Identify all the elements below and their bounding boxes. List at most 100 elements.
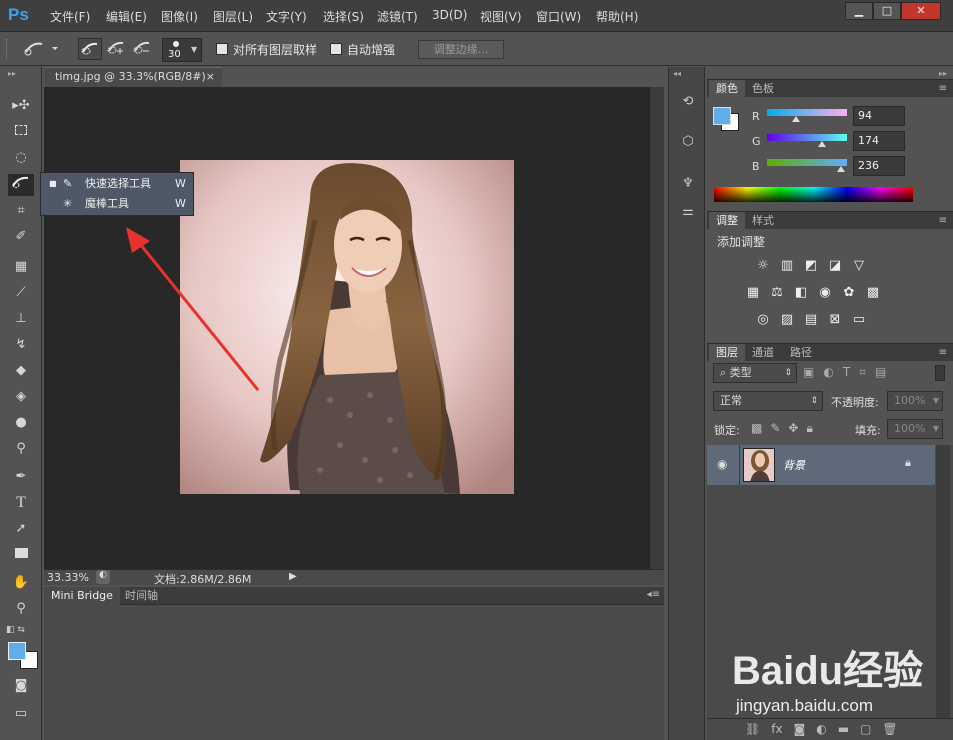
hue-saturation-icon[interactable]: ▦ — [743, 284, 763, 302]
opacity-input[interactable]: 100% ▼ — [887, 391, 943, 411]
photo-filter-icon[interactable]: ◉ — [815, 284, 835, 302]
channel-mixer-icon[interactable]: ✿ — [839, 284, 859, 302]
document-tab[interactable]: timg.jpg @ 33.3%(RGB/8#) × — [45, 67, 222, 87]
add-selection-mode-button[interactable] — [104, 38, 128, 60]
history-panel-icon[interactable]: ⟲ — [679, 93, 697, 111]
collapse-panels-icon[interactable]: ▸▸ — [939, 69, 947, 78]
zoom-level[interactable]: 33.33% — [47, 571, 89, 584]
lock-image-icon[interactable]: ✎ — [770, 421, 780, 436]
filter-toggle-switch[interactable] — [935, 365, 945, 381]
quick-selection-tool-icon[interactable] — [8, 174, 34, 196]
tab-adjustments[interactable]: 调整 — [709, 212, 745, 230]
brightness-icon[interactable]: ☼ — [753, 257, 773, 275]
refine-edge-button[interactable]: 调整边缘... — [418, 40, 504, 59]
status-info-icon[interactable]: ◐ — [96, 570, 110, 584]
auto-enhance-checkbox[interactable] — [330, 43, 342, 55]
lasso-tool-icon[interactable]: ◌ — [8, 147, 34, 169]
menu-select[interactable]: 选择(S) — [323, 8, 364, 25]
layer-name[interactable]: 背景 — [783, 457, 805, 473]
eyedropper-tool-icon[interactable]: ✐ — [8, 226, 34, 248]
hand-tool-icon[interactable]: ✋ — [8, 572, 34, 594]
tool-presets-panel-icon[interactable]: ⚌ — [679, 203, 697, 221]
tab-swatches[interactable]: 色板 — [745, 80, 781, 98]
marquee-tool-icon[interactable] — [8, 121, 34, 143]
layer-row[interactable]: ◉ 背景 🔒︎ — [707, 445, 935, 485]
selective-color-icon[interactable]: ⊠ — [825, 311, 845, 329]
menu-edit[interactable]: 编辑(E) — [106, 8, 147, 25]
close-tab-icon[interactable]: × — [206, 68, 215, 86]
curves-icon[interactable]: ◩ — [801, 257, 821, 275]
layer-filter-kind-dropdown[interactable]: ⌕ 类型 ⇕ — [713, 363, 797, 383]
rectangle-tool-icon[interactable] — [8, 544, 34, 566]
filter-type-icon[interactable]: T — [843, 365, 850, 380]
quick-selection-menu-item[interactable]: ■ ✎ 快速选择工具 W — [41, 174, 193, 194]
vibrance-icon[interactable]: ▽ — [849, 257, 869, 275]
brush-panel-icon[interactable]: ♆ — [679, 175, 697, 193]
invert-icon[interactable]: ◎ — [753, 311, 773, 329]
subtract-selection-mode-button[interactable] — [130, 38, 154, 60]
blur-tool-icon[interactable]: ● — [8, 412, 34, 434]
minimize-button[interactable]: ▁ — [845, 2, 873, 20]
new-layer-icon[interactable]: ▢ — [860, 722, 871, 736]
color-lookup-icon[interactable]: ▩ — [863, 284, 883, 302]
green-value-input[interactable]: 174 — [853, 131, 905, 151]
adjustment-layer-icon[interactable]: ◐ — [816, 722, 826, 736]
collapse-strip-icon[interactable]: ◂◂ — [673, 69, 681, 78]
tab-layers[interactable]: 图层 — [709, 344, 745, 362]
lock-all-icon[interactable]: 🔒︎ — [806, 421, 812, 436]
layer-style-icon[interactable]: fx — [771, 722, 782, 736]
zoom-tool-icon[interactable]: ⚲ — [8, 598, 34, 620]
color-spectrum-bar[interactable] — [714, 187, 913, 202]
tab-channels[interactable]: 通道 — [745, 344, 781, 362]
3d-panel-icon[interactable]: ⬡ — [679, 133, 697, 151]
canvas-vertical-scrollbar[interactable] — [650, 87, 664, 569]
eye-icon[interactable]: ◉ — [717, 457, 727, 471]
foreground-color-swatch[interactable] — [8, 642, 26, 660]
healing-brush-tool-icon[interactable]: ▦ — [8, 256, 34, 278]
move-tool-icon[interactable]: ▸✣ — [8, 95, 34, 117]
color-balance-icon[interactable]: ⚖ — [767, 284, 787, 302]
filter-adjustment-icon[interactable]: ◐ — [823, 365, 833, 380]
status-menu-arrow-icon[interactable]: ▶ — [289, 571, 297, 582]
color-panel-fg-swatch[interactable] — [713, 107, 731, 125]
trash-icon[interactable]: 🗑︎ — [882, 722, 897, 736]
menu-layer[interactable]: 图层(L) — [213, 8, 253, 25]
tool-preset-picker[interactable] — [20, 38, 60, 60]
tab-mini-bridge[interactable]: Mini Bridge — [44, 587, 120, 605]
type-tool-icon[interactable]: T — [8, 492, 34, 514]
menu-file[interactable]: 文件(F) — [50, 8, 90, 25]
brush-size-picker[interactable]: 30 ▼ — [162, 38, 202, 62]
history-brush-tool-icon[interactable]: ↯ — [8, 334, 34, 356]
panel-menu-icon[interactable]: ≡ — [939, 215, 947, 226]
menu-view[interactable]: 视图(V) — [480, 8, 522, 25]
tab-timeline[interactable]: 时间轴 — [118, 587, 165, 605]
menu-3d[interactable]: 3D(D) — [432, 8, 467, 22]
tab-paths[interactable]: 路径 — [783, 344, 819, 362]
menu-type[interactable]: 文字(Y) — [266, 8, 307, 25]
tab-styles[interactable]: 样式 — [745, 212, 781, 230]
exposure-icon[interactable]: ◪ — [825, 257, 845, 275]
filter-shape-icon[interactable]: ⌗ — [859, 365, 866, 380]
lock-position-icon[interactable]: ✥ — [788, 421, 798, 436]
red-slider-thumb[interactable] — [792, 116, 801, 122]
green-slider[interactable] — [767, 134, 847, 147]
pen-tool-icon[interactable]: ✒ — [8, 466, 34, 488]
magic-wand-menu-item[interactable]: ✳ 魔棒工具 W — [41, 194, 193, 214]
blend-mode-dropdown[interactable]: 正常 ⇕ — [713, 391, 823, 411]
red-slider[interactable] — [767, 109, 847, 122]
panel-menu-icon[interactable]: ≡ — [939, 347, 947, 358]
panel-menu-icon[interactable]: ◂≡ — [647, 589, 660, 600]
menu-image[interactable]: 图像(I) — [161, 8, 198, 25]
threshold-icon[interactable]: ▤ — [801, 311, 821, 329]
sample-all-layers-checkbox[interactable] — [216, 43, 228, 55]
filter-smart-object-icon[interactable]: ▤ — [875, 365, 886, 380]
lock-transparency-icon[interactable]: ▩ — [751, 421, 762, 436]
new-selection-mode-button[interactable] — [78, 38, 102, 60]
black-white-icon[interactable]: ◧ — [791, 284, 811, 302]
quick-mask-icon[interactable]: ◙ — [8, 675, 34, 697]
fill-input[interactable]: 100% ▼ — [887, 419, 943, 439]
green-slider-thumb[interactable] — [817, 141, 826, 147]
panel-menu-icon[interactable]: ≡ — [939, 83, 947, 94]
levels-icon[interactable]: ▥ — [777, 257, 797, 275]
link-layers-icon[interactable]: ⛓ — [745, 722, 760, 736]
